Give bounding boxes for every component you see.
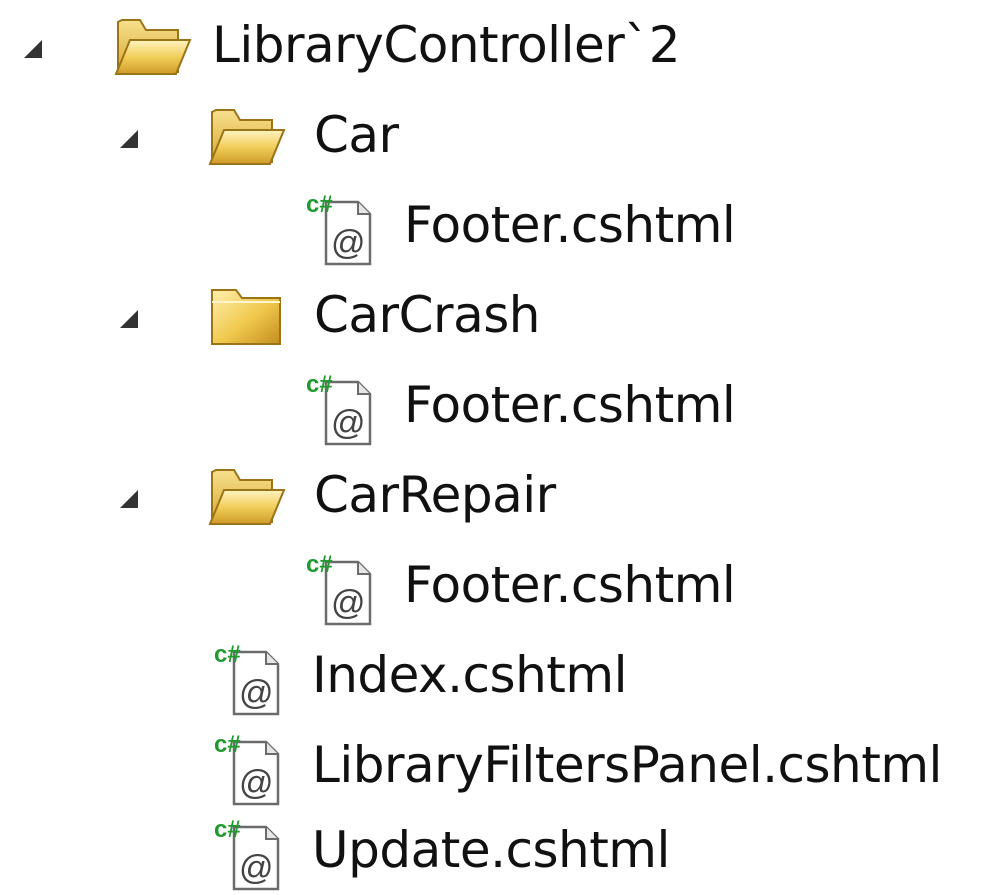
svg-text:c#: c# xyxy=(306,371,333,398)
open-folder-icon xyxy=(206,98,286,173)
cshtml-file-icon: c# @ xyxy=(306,191,380,268)
tree-node-label: Car xyxy=(314,106,399,164)
tree-node-label: Update.cshtml xyxy=(312,821,670,879)
tree-node-label: LibraryController`2 xyxy=(212,16,681,74)
tree-node-label: LibraryFiltersPanel.cshtml xyxy=(312,736,942,794)
cshtml-file-icon: c# @ xyxy=(306,371,380,448)
closed-folder-icon xyxy=(206,278,286,353)
tree-node-label: Footer.cshtml xyxy=(404,556,736,614)
tree-node-librarycontroller[interactable]: LibraryController`2 xyxy=(0,0,990,90)
tree-node-carrepair[interactable]: CarRepair xyxy=(0,450,990,540)
collapse-arrow-icon[interactable] xyxy=(118,128,140,150)
svg-text:c#: c# xyxy=(306,551,333,578)
tree-node-label: CarRepair xyxy=(314,466,556,524)
svg-text:c#: c# xyxy=(214,816,241,843)
open-folder-icon xyxy=(206,458,286,533)
collapse-arrow-icon[interactable] xyxy=(118,488,140,510)
tree-node-label: Footer.cshtml xyxy=(404,376,736,434)
tree-node-label: Footer.cshtml xyxy=(404,196,736,254)
svg-text:@: @ xyxy=(239,674,274,712)
svg-text:c#: c# xyxy=(214,731,241,758)
cshtml-file-icon: c# @ xyxy=(214,641,288,718)
svg-text:@: @ xyxy=(331,224,366,262)
tree-node-update[interactable]: c# @ Update.cshtml xyxy=(0,805,990,895)
tree-node-label: Index.cshtml xyxy=(312,646,627,704)
tree-node-carrepair-footer[interactable]: c# @ Footer.cshtml xyxy=(0,540,990,630)
svg-text:c#: c# xyxy=(306,191,333,218)
tree-node-carcrash[interactable]: CarCrash xyxy=(0,270,990,360)
cshtml-file-icon: c# @ xyxy=(214,816,288,893)
tree-node-label: CarCrash xyxy=(314,286,540,344)
cshtml-file-icon: c# @ xyxy=(214,731,288,808)
tree-node-car-footer[interactable]: c# @ Footer.cshtml xyxy=(0,180,990,270)
collapse-arrow-icon[interactable] xyxy=(118,308,140,330)
tree-node-index[interactable]: c# @ Index.cshtml xyxy=(0,630,990,720)
tree-node-carcrash-footer[interactable]: c# @ Footer.cshtml xyxy=(0,360,990,450)
cshtml-file-icon: c# @ xyxy=(306,551,380,628)
svg-text:@: @ xyxy=(331,584,366,622)
solution-explorer-tree: LibraryController`2 Car c# @ Footer.csht… xyxy=(0,0,990,885)
svg-text:@: @ xyxy=(239,849,274,887)
collapse-arrow-icon[interactable] xyxy=(22,38,44,60)
open-folder-icon xyxy=(112,8,192,83)
svg-text:@: @ xyxy=(239,764,274,802)
svg-text:@: @ xyxy=(331,404,366,442)
tree-node-libraryfilterspanel[interactable]: c# @ LibraryFiltersPanel.cshtml xyxy=(0,720,990,810)
tree-node-car[interactable]: Car xyxy=(0,90,990,180)
svg-text:c#: c# xyxy=(214,641,241,668)
